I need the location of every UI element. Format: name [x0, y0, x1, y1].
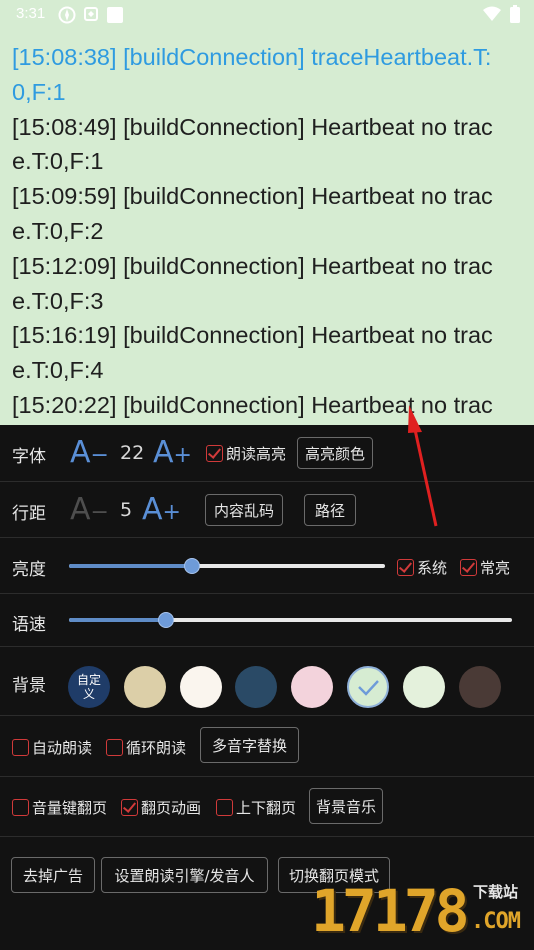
log-line: 0,F:1 [12, 78, 66, 105]
brightness-label: 亮度 [12, 560, 46, 580]
volume-key-page-checkbox[interactable]: 音量键翻页 [12, 797, 107, 818]
status-bar: 3:31 [0, 0, 534, 30]
garbled-content-button[interactable]: 内容乱码 [205, 494, 283, 526]
keep-screen-on-checkbox[interactable]: 常亮 [460, 557, 510, 578]
background-swatch[interactable] [235, 666, 278, 708]
checkbox-icon [216, 799, 233, 816]
vertical-page-checkbox[interactable]: 上下翻页 [216, 797, 296, 818]
background-music-button[interactable]: 背景音乐 [309, 788, 383, 824]
checkbox-icon [206, 445, 223, 462]
log-line: [15:08:38] [buildConnection] traceHeartb… [12, 44, 492, 70]
line-spacing-value: 5 [120, 499, 133, 521]
status-time: 3:31 [16, 5, 46, 22]
log-line: [15:08:49] [buildConnection] Heartbeat n… [12, 113, 493, 140]
checkbox-icon [12, 799, 29, 816]
check-icon [358, 680, 379, 696]
spacing-increase-button[interactable]: A+ [142, 495, 181, 528]
speech-speed-slider-handle[interactable] [158, 612, 175, 628]
polyphone-replace-button[interactable]: 多音字替换 [200, 727, 299, 763]
wifi-icon [483, 6, 501, 21]
line-spacing-label: 行距 [12, 504, 46, 524]
page-animation-checkbox[interactable]: 翻页动画 [121, 797, 201, 818]
checkbox-icon [12, 739, 29, 756]
square-notification-icon [107, 7, 123, 23]
bottom-actions: 去掉广告 设置朗读引擎/发音人 切换翻页模式 17178 下载站 .COM [0, 837, 534, 950]
background-swatch[interactable] [402, 666, 445, 708]
custom-background-swatch[interactable]: 自定义 [68, 666, 110, 708]
battery-icon [510, 5, 520, 23]
log-line: [15:16:19] [buildConnection] Heartbeat n… [12, 322, 493, 349]
notification-box-icon [84, 7, 98, 21]
background-swatch[interactable] [179, 666, 222, 708]
background-label: 背景 [12, 676, 46, 696]
system-brightness-checkbox[interactable]: 系统 [397, 557, 447, 578]
font-label: 字体 [12, 447, 46, 467]
custom-background-label: 自定义 [76, 673, 101, 701]
log-line: [15:20:22] [buildConnection] Heartbeat n… [12, 391, 493, 418]
log-line: e.T:0,F:1 [12, 148, 104, 175]
brightness-slider[interactable] [69, 558, 385, 574]
line-spacing-row: 行距 A− 5 A+ 内容乱码 路径 [0, 482, 534, 538]
speech-speed-row: 语速 [0, 594, 534, 647]
app-notification-icon [58, 6, 76, 24]
speech-speed-slider[interactable] [69, 612, 512, 628]
font-decrease-button[interactable]: A− [70, 438, 109, 471]
speech-speed-label: 语速 [12, 615, 46, 635]
checkbox-icon [460, 559, 477, 576]
tts-engine-button[interactable]: 设置朗读引擎/发音人 [101, 857, 268, 893]
log-line: e.T:0,F:4 [12, 357, 104, 384]
background-swatch[interactable] [291, 666, 334, 708]
font-row: 字体 A− 22 A+ 朗读高亮 高亮颜色 [0, 425, 534, 482]
spacing-decrease-button[interactable]: A− [70, 495, 109, 528]
watermark-number: 17178 [311, 877, 470, 945]
background-swatch[interactable] [458, 666, 501, 708]
page-turn-row: 音量键翻页 翻页动画 上下翻页 背景音乐 [0, 777, 534, 837]
auto-read-checkbox[interactable]: 自动朗读 [12, 737, 92, 758]
read-settings-panel: 字体 A− 22 A+ 朗读高亮 高亮颜色 行距 A− 5 A+ 内容乱码 路径… [0, 425, 534, 950]
checkbox-icon [397, 559, 414, 576]
background-swatch[interactable] [347, 666, 389, 708]
checkbox-icon [121, 799, 138, 816]
reader-content[interactable]: 3:31 [15:08:38] [buildConnection] traceH… [0, 0, 534, 425]
font-size-value: 22 [120, 442, 145, 464]
watermark-label: 下载站 [473, 883, 519, 901]
auto-read-row: 自动朗读 循环朗读 多音字替换 [0, 716, 534, 777]
remove-ads-button[interactable]: 去掉广告 [11, 857, 95, 893]
background-row: 背景 自定义 [0, 647, 534, 716]
log-line: [15:09:59] [buildConnection] Heartbeat n… [12, 183, 493, 210]
highlight-color-button[interactable]: 高亮颜色 [297, 437, 373, 469]
read-highlight-checkbox[interactable]: 朗读高亮 [206, 443, 286, 464]
speech-speed-slider-fill [69, 618, 167, 622]
brightness-slider-fill [69, 564, 193, 568]
checkbox-icon [106, 739, 123, 756]
background-swatch[interactable] [123, 666, 166, 708]
brightness-slider-handle[interactable] [184, 558, 201, 574]
log-line: [15:12:09] [buildConnection] Heartbeat n… [12, 252, 493, 279]
loop-read-checkbox[interactable]: 循环朗读 [106, 737, 186, 758]
path-button[interactable]: 路径 [304, 494, 356, 526]
watermark-logo: 17178 下载站 .COM [311, 877, 531, 947]
watermark-suffix: .COM [471, 909, 521, 934]
log-text: [15:08:38] [buildConnection] traceHeartb… [12, 40, 526, 423]
log-line: e.T:0,F:2 [12, 217, 104, 244]
font-increase-button[interactable]: A+ [153, 438, 192, 471]
log-line: e.T:0,F:3 [12, 287, 104, 314]
brightness-row: 亮度 系统 常亮 [0, 538, 534, 594]
